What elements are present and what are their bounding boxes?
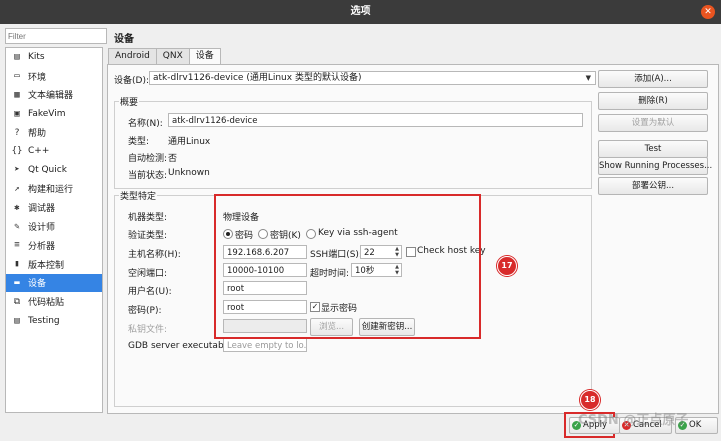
kits-icon: ▤ <box>14 52 20 63</box>
name-field[interactable]: atk-dlrv1126-device <box>168 113 583 127</box>
sidebar-item-label: 帮助 <box>28 129 47 140</box>
gdb-server-field[interactable]: Leave empty to lo... <box>223 338 307 352</box>
sidebar-item[interactable]: ▤ Kits <box>6 48 102 67</box>
sidebar-item-label: 分析器 <box>28 241 56 252</box>
sidebar-item-label: Qt Quick <box>28 165 67 176</box>
sidebar-item[interactable]: ▭ 环境 <box>6 67 102 86</box>
tab-android[interactable]: Android <box>108 48 157 64</box>
qtquick-icon: ➤ <box>14 165 20 176</box>
tab-devices[interactable]: 设备 <box>188 48 221 65</box>
sidebar-item-label: 设计师 <box>28 223 56 234</box>
name-label: 名称(N): <box>128 119 163 129</box>
add-device-button[interactable]: 添加(A)... <box>598 70 708 88</box>
gdb-server-label: GDB server executable: <box>128 341 235 351</box>
title-bar: 选项 ✕ <box>0 0 721 24</box>
state-label: 当前状态: <box>128 171 168 181</box>
sidebar-item[interactable]: ▤ Testing <box>6 311 102 330</box>
host-label: 主机名称(H): <box>128 250 181 260</box>
sidebar-item[interactable]: ▣ FakeVim <box>6 104 102 123</box>
sidebar-item[interactable]: ▦ 文本编辑器 <box>6 86 102 105</box>
sidebar-item-label: 版本控制 <box>28 260 65 271</box>
username-label: 用户名(U): <box>128 287 172 297</box>
sidebar-item[interactable]: ▬ 设备 <box>6 273 102 293</box>
build-icon: ↗ <box>14 183 20 194</box>
sidebar-item-label: 构建和运行 <box>28 185 74 196</box>
sidebar-item[interactable]: {} C++ <box>6 142 102 161</box>
sidebar-item-label: 代码粘贴 <box>28 298 65 309</box>
sidebar-item-label: Kits <box>28 52 45 63</box>
sidebar-item[interactable]: ⧉ 代码粘贴 <box>6 292 102 311</box>
fakevim-icon: ▣ <box>14 108 20 119</box>
device-select[interactable]: atk-dlrv1126-device (通用Linux 类型的默认设备) ▼ <box>149 71 596 85</box>
autodetect-value: 否 <box>168 154 178 164</box>
sidebar-item[interactable]: ➤ Qt Quick <box>6 161 102 180</box>
category-list: ▤ Kits ▭ 环境 ▦ 文本编辑器 ▣ FakeVim? 帮助 {} C++ ➤ Qt Quick ↗… <box>5 47 103 413</box>
sidebar-item-label: FakeVim <box>28 108 66 119</box>
ok-label: OK <box>689 420 702 430</box>
remove-device-button[interactable]: 删除(R) <box>598 92 708 110</box>
sidebar-item[interactable]: ≡ 分析器 <box>6 236 102 255</box>
filter-input[interactable] <box>5 28 107 44</box>
annotation-box-17 <box>214 194 481 339</box>
sidebar-item-label: 环境 <box>28 72 47 83</box>
private-key-label: 私钥文件: <box>128 325 168 335</box>
monitor-icon: ▭ <box>14 71 20 82</box>
sidebar-item[interactable]: ? 帮助 <box>6 123 102 142</box>
device-select-value: atk-dlrv1126-device (通用Linux 类型的默认设备) <box>153 73 362 83</box>
autodetect-label: 自动检测: <box>128 154 168 164</box>
annotation-badge-17: 17 <box>497 256 517 276</box>
text-editor-icon: ▦ <box>14 89 20 100</box>
sidebar-item-label: 设备 <box>28 279 47 290</box>
sidebar-item[interactable]: ✱ 调试器 <box>6 198 102 217</box>
machine-type-label: 机器类型: <box>128 213 168 223</box>
sidebar-item-label: Testing <box>28 315 60 326</box>
version-control-icon: ▮ <box>14 259 20 270</box>
sidebar-item-label: C++ <box>28 146 50 157</box>
sidebar: ▤ Kits ▭ 环境 ▦ 文本编辑器 ▣ FakeVim? 帮助 {} C++ ➤ Qt Quick ↗… <box>5 28 107 413</box>
overview-group: 概要 名称(N): atk-dlrv1126-device 类型: 通用Linu… <box>114 95 592 189</box>
sidebar-item[interactable]: ↗ 构建和运行 <box>6 180 102 199</box>
analyzer-icon: ≡ <box>14 240 20 251</box>
device-label: 设备(D): <box>114 76 149 86</box>
sidebar-item[interactable]: ▮ 版本控制 <box>6 255 102 274</box>
type-specific-title: 类型特定 <box>119 189 158 202</box>
set-default-button[interactable]: 设置为默认 <box>598 114 708 132</box>
tab-qnx[interactable]: QNX <box>155 48 190 64</box>
show-running-processes-button[interactable]: Show Running Processes... <box>598 157 712 175</box>
designer-icon: ✎ <box>14 221 20 232</box>
sidebar-item-label: 文本编辑器 <box>28 91 74 102</box>
deploy-public-key-button[interactable]: 部署公钥... <box>598 177 708 195</box>
type-value: 通用Linux <box>168 137 211 147</box>
page-title: 设备 <box>114 34 134 45</box>
watermark: CSDN @正点原子 <box>578 413 689 428</box>
sidebar-item[interactable]: ✎ 设计师 <box>6 217 102 236</box>
type-label: 类型: <box>128 137 150 147</box>
debugger-icon: ✱ <box>14 202 20 213</box>
help-icon: ? <box>14 127 20 138</box>
annotation-badge-18: 18 <box>580 390 600 410</box>
free-ports-label: 空闲端口: <box>128 269 168 279</box>
devices-icon: ▬ <box>14 277 20 288</box>
sidebar-item-label: 调试器 <box>28 204 56 215</box>
code-paste-icon: ⧉ <box>13 296 21 307</box>
overview-title: 概要 <box>119 95 140 108</box>
testing-icon: ▤ <box>14 315 20 326</box>
password-label: 密码(P): <box>128 306 162 316</box>
test-button[interactable]: Test <box>598 140 708 158</box>
chevron-down-icon: ▼ <box>585 74 591 82</box>
state-value: Unknown <box>168 168 210 178</box>
window-title: 选项 <box>350 6 371 17</box>
cpp-icon: {} <box>11 146 23 157</box>
close-icon[interactable]: ✕ <box>701 5 715 19</box>
auth-type-label: 验证类型: <box>128 231 168 241</box>
tab-bar: Android QNX 设备 <box>108 48 221 65</box>
